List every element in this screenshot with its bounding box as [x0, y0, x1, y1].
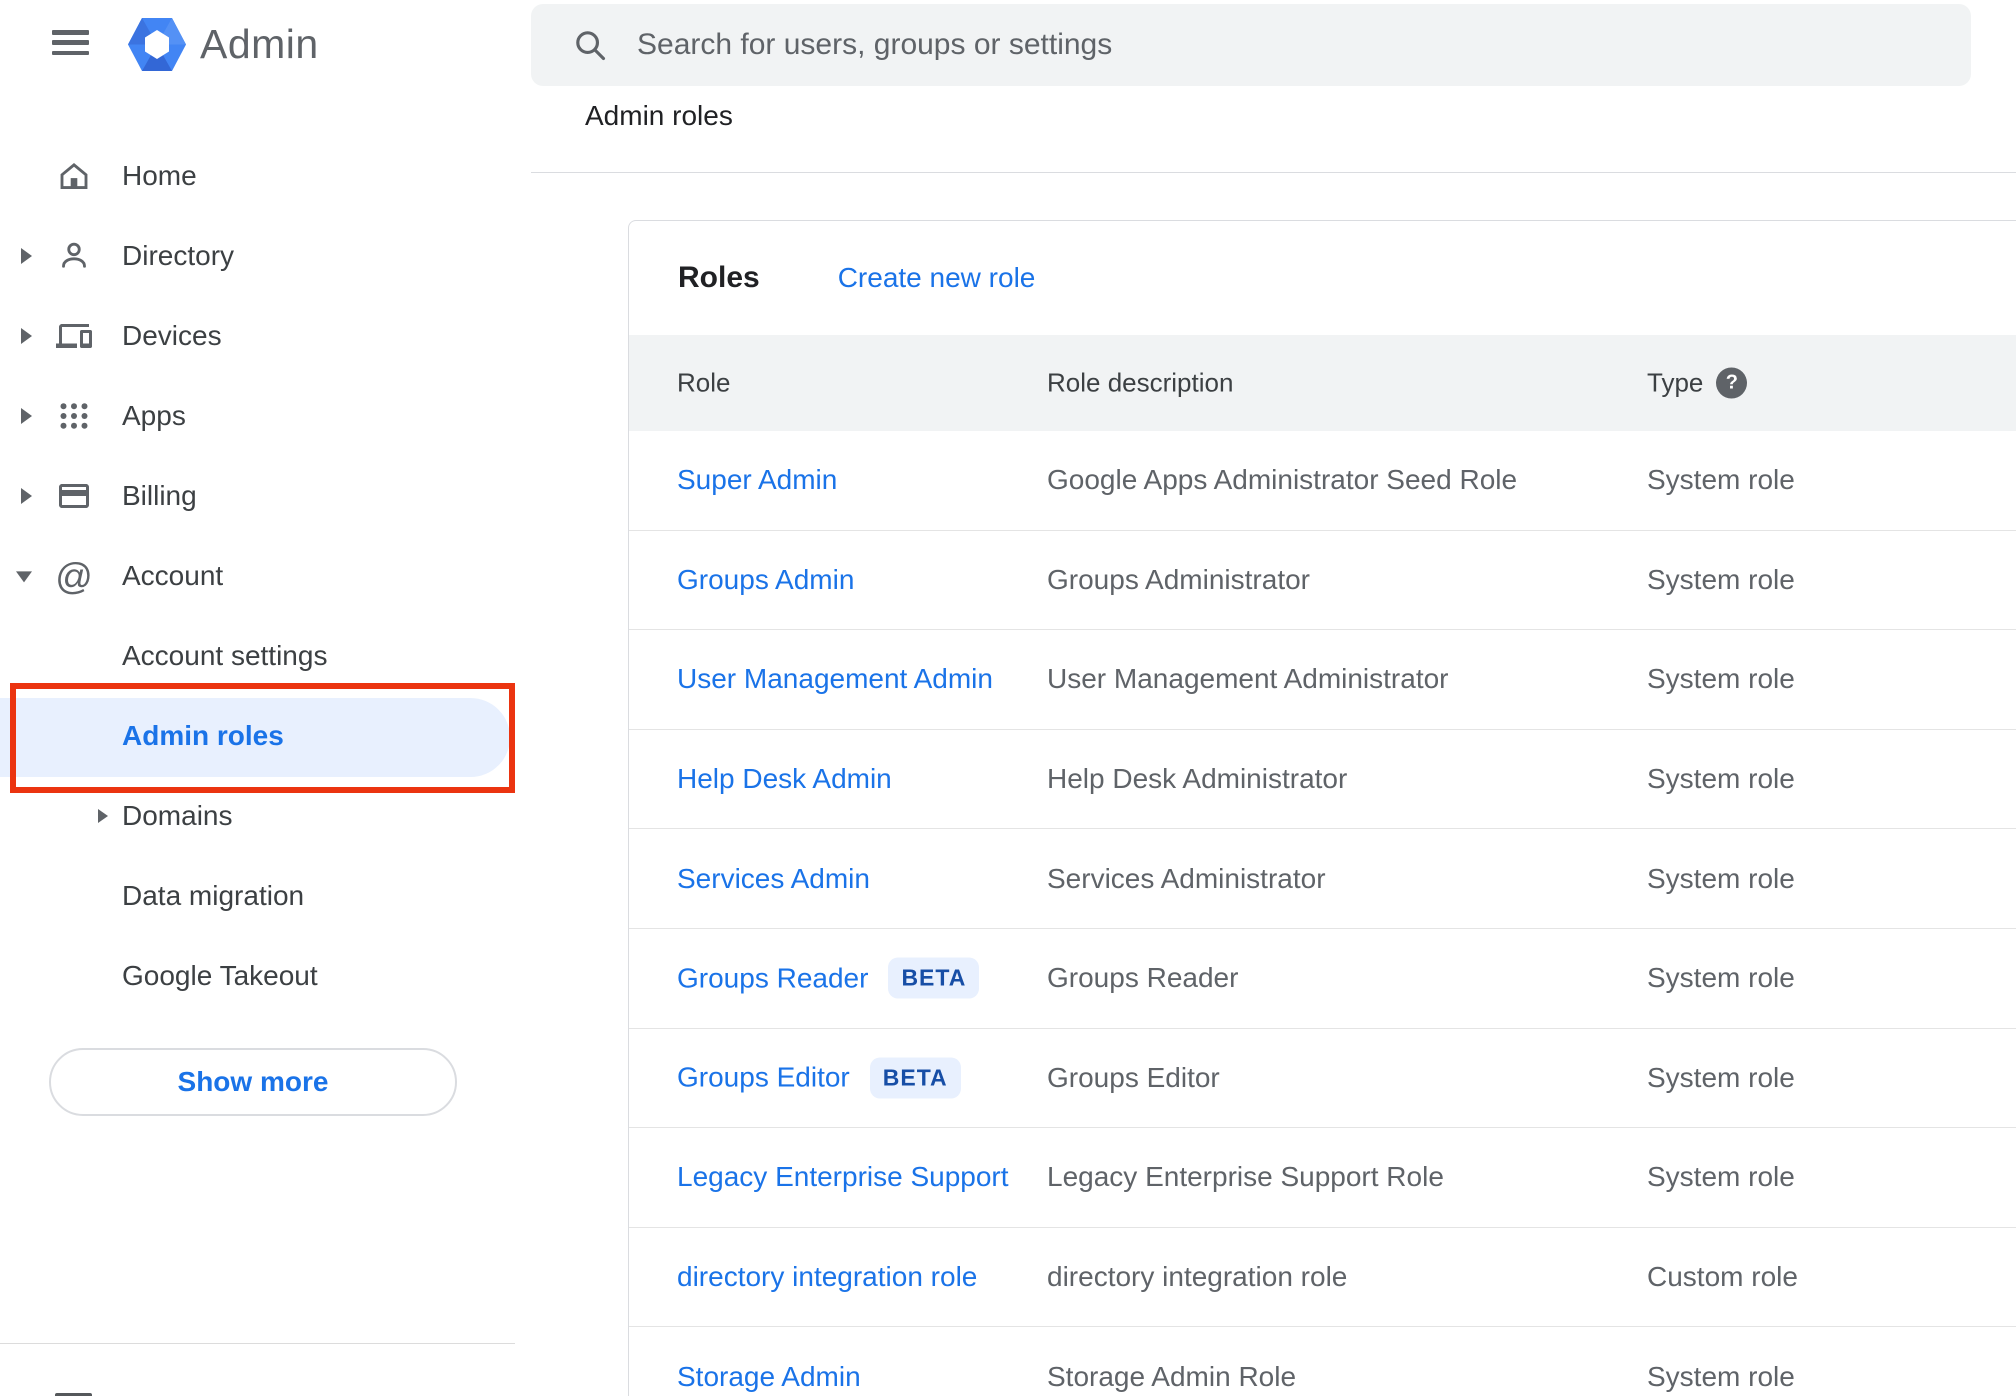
- table-row: User Management Admin User Management Ad…: [629, 630, 2016, 730]
- role-link[interactable]: Groups Editor: [677, 1062, 850, 1094]
- collapse-arrow-icon[interactable]: [16, 571, 32, 583]
- sidebar-item-domains[interactable]: Domains: [0, 776, 515, 856]
- table-row: Groups Reader BETA Groups Reader System …: [629, 929, 2016, 1029]
- sidebar-item-label: Account settings: [122, 640, 328, 671]
- table-row: directory integration role directory int…: [629, 1228, 2016, 1328]
- sidebar-item-label: Domains: [122, 800, 233, 831]
- role-link[interactable]: Storage Admin: [677, 1361, 861, 1393]
- table-row: Groups Editor BETA Groups Editor System …: [629, 1029, 2016, 1129]
- header-divider: [531, 172, 2016, 173]
- role-type: System role: [1647, 962, 1795, 994]
- create-new-role-link[interactable]: Create new role: [838, 262, 1036, 294]
- column-header-type: Type ?: [1647, 367, 1748, 399]
- sidebar-item-account[interactable]: @ Account: [0, 536, 515, 616]
- sidebar-item-data-migration[interactable]: Data migration: [0, 856, 515, 936]
- column-header-description: Role description: [1047, 367, 1234, 398]
- search-icon: [571, 26, 609, 64]
- role-description: Legacy Enterprise Support Role: [1047, 1161, 1444, 1193]
- role-description: Services Administrator: [1047, 862, 1326, 894]
- table-row: Storage Admin Storage Admin Role System …: [629, 1327, 2016, 1396]
- sidebar-item-label: Billing: [122, 480, 197, 511]
- role-type: System role: [1647, 763, 1795, 795]
- role-type: System role: [1647, 862, 1795, 894]
- sidebar-item-devices[interactable]: Devices: [0, 296, 515, 376]
- role-description: directory integration role: [1047, 1261, 1348, 1293]
- sidebar-item-label: Directory: [122, 240, 235, 271]
- role-link[interactable]: Groups Admin: [677, 564, 854, 596]
- sidebar: Admin Home Directory Devices Apps Billin…: [0, 0, 515, 1396]
- sidebar-item-label: Google Takeout: [122, 960, 318, 991]
- role-type: System role: [1647, 1061, 1795, 1093]
- role-description: Storage Admin Role: [1047, 1360, 1297, 1392]
- table-row: Services Admin Services Administrator Sy…: [629, 829, 2016, 929]
- role-description: User Management Administrator: [1047, 663, 1449, 695]
- sidebar-item-label: Data migration: [122, 880, 305, 911]
- search-box: [531, 4, 1971, 86]
- table-row: Help Desk Admin Help Desk Administrator …: [629, 730, 2016, 830]
- role-link[interactable]: Groups Reader: [677, 962, 868, 994]
- sidebar-item-label: Devices: [122, 320, 222, 351]
- role-link[interactable]: directory integration role: [677, 1261, 977, 1293]
- table-row: Legacy Enterprise Support Legacy Enterpr…: [629, 1128, 2016, 1228]
- role-description: Groups Editor: [1047, 1061, 1220, 1093]
- table-row: Super Admin Google Apps Administrator Se…: [629, 431, 2016, 531]
- role-link[interactable]: Services Admin: [677, 863, 870, 895]
- table-row: Groups Admin Groups Administrator System…: [629, 531, 2016, 631]
- roles-card: Roles Create new role Role Role descript…: [628, 220, 2016, 1396]
- sidebar-item-label: Apps: [122, 400, 186, 431]
- hamburger-menu-icon[interactable]: [52, 30, 89, 55]
- sidebar-item-home[interactable]: Home: [0, 136, 515, 216]
- expand-arrow-icon[interactable]: [21, 328, 32, 344]
- app-title: Admin: [200, 21, 319, 67]
- show-more-button[interactable]: Show more: [49, 1048, 457, 1116]
- sidebar-item-label: Account: [122, 560, 224, 591]
- role-link[interactable]: Super Admin: [677, 464, 837, 496]
- role-type: System role: [1647, 663, 1795, 695]
- role-type: System role: [1647, 563, 1795, 595]
- expand-arrow-icon[interactable]: [21, 248, 32, 264]
- role-link[interactable]: Legacy Enterprise Support: [677, 1161, 1009, 1193]
- role-link[interactable]: Help Desk Admin: [677, 763, 892, 795]
- sidebar-item-apps[interactable]: Apps: [0, 376, 515, 456]
- expand-arrow-icon[interactable]: [98, 809, 108, 823]
- sidebar-footer-divider: [0, 1343, 515, 1344]
- expand-arrow-icon[interactable]: [21, 408, 32, 424]
- table-body: Super Admin Google Apps Administrator Se…: [629, 431, 2016, 1396]
- apps-grid-icon: [55, 397, 93, 435]
- help-icon[interactable]: ?: [1716, 367, 1748, 399]
- breadcrumb: Admin roles: [585, 100, 733, 131]
- role-description: Help Desk Administrator: [1047, 763, 1348, 795]
- search-input[interactable]: [635, 27, 1941, 63]
- role-type: System role: [1647, 1161, 1795, 1193]
- at-sign-icon: @: [55, 555, 93, 597]
- roles-card-header: Roles Create new role: [629, 221, 2016, 335]
- role-type: System role: [1647, 1360, 1795, 1392]
- role-type: Custom role: [1647, 1261, 1798, 1293]
- table-header-row: Role Role description Type ?: [629, 335, 2016, 431]
- sidebar-item-label: Home: [122, 160, 197, 191]
- role-description: Groups Administrator: [1047, 563, 1310, 595]
- role-link[interactable]: User Management Admin: [677, 663, 993, 695]
- section-title: Roles: [678, 261, 760, 294]
- credit-card-icon: [55, 477, 93, 515]
- google-admin-console: Admin Home Directory Devices Apps Billin…: [0, 0, 2016, 1396]
- expand-arrow-icon[interactable]: [21, 488, 32, 504]
- home-icon: [55, 157, 93, 195]
- beta-badge: BETA: [869, 1057, 961, 1099]
- role-type: System role: [1647, 464, 1795, 496]
- admin-hexagon-logo: [127, 17, 187, 72]
- column-header-role: Role: [677, 367, 731, 398]
- beta-badge: BETA: [888, 957, 980, 999]
- sidebar-item-google-takeout[interactable]: Google Takeout: [0, 936, 515, 1016]
- person-icon: [55, 237, 93, 275]
- role-description: Google Apps Administrator Seed Role: [1047, 464, 1518, 496]
- sidebar-item-billing[interactable]: Billing: [0, 456, 515, 536]
- devices-icon: [55, 317, 93, 355]
- role-description: Groups Reader: [1047, 962, 1239, 994]
- sidebar-item-directory[interactable]: Directory: [0, 216, 515, 296]
